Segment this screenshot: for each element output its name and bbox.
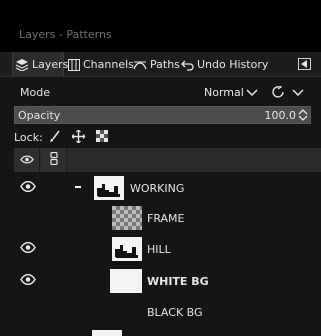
tab-undo-history[interactable]: Undo History — [181, 52, 268, 77]
layer-name[interactable]: BLACK BG — [147, 306, 203, 319]
title-bar: Layers - Patterns — [0, 0, 321, 52]
lock-alpha-checker-icon[interactable] — [96, 130, 108, 145]
opacity-slider[interactable]: Opacity 100.0 — [14, 106, 311, 124]
layers-list-header — [14, 148, 321, 172]
undo-icon — [181, 59, 194, 71]
opacity-value[interactable]: 100.0 — [265, 109, 297, 122]
layer-name[interactable]: WHITE BG — [147, 275, 209, 288]
chevron-down-icon[interactable] — [292, 87, 304, 100]
opacity-label: Opacity — [18, 109, 61, 122]
reset-mode-icon[interactable] — [272, 84, 286, 101]
channels-icon — [68, 58, 80, 71]
lock-row: Lock: — [0, 127, 321, 147]
mode-label: Mode — [20, 86, 50, 99]
lock-pixels-brush-icon[interactable] — [49, 130, 61, 146]
link-column-header[interactable] — [41, 148, 67, 172]
mode-row: Mode Normal — [0, 78, 321, 104]
tab-paths-label: Paths — [150, 58, 180, 71]
lock-label: Lock: — [14, 131, 43, 144]
triangle-left-icon — [301, 58, 308, 71]
lock-position-move-icon[interactable] — [71, 129, 86, 146]
next-layer-thumbnail-partial — [92, 330, 122, 336]
tab-undo-history-label: Undo History — [197, 58, 269, 71]
chevron-down-icon[interactable] — [246, 87, 258, 100]
opacity-spinner-icon[interactable] — [298, 108, 308, 122]
layer-row-working[interactable]: WORKING — [14, 173, 321, 203]
tab-channels[interactable]: Channels — [68, 52, 134, 77]
layer-row-frame[interactable]: FRAME — [14, 203, 321, 233]
layer-thumbnail — [112, 206, 142, 230]
window-title: Layers - Patterns — [19, 28, 112, 41]
visibility-column-header[interactable] — [14, 148, 40, 172]
tab-channels-label: Channels — [83, 58, 134, 71]
tab-paths[interactable]: Paths — [133, 52, 180, 77]
layer-name[interactable]: HILL — [147, 243, 171, 256]
dock-tabs: Layers Channels Paths Undo History — [0, 52, 321, 77]
tab-menu-button[interactable] — [298, 58, 311, 70]
collapse-group-icon[interactable] — [75, 186, 81, 188]
eye-icon[interactable] — [20, 241, 36, 256]
eye-icon[interactable] — [20, 273, 36, 288]
layers-icon — [15, 58, 29, 71]
chain-link-icon — [49, 151, 58, 168]
layer-row-black-bg[interactable]: BLACK BG — [14, 297, 321, 327]
layer-row-white-bg[interactable]: WHITE BG — [14, 266, 321, 296]
layer-name[interactable]: WORKING — [130, 182, 184, 195]
mode-select[interactable]: Normal — [204, 86, 244, 99]
layer-row-hill[interactable]: HILL — [14, 234, 321, 264]
paths-icon — [133, 59, 147, 71]
layer-thumbnail — [112, 237, 142, 261]
layer-thumbnail — [94, 176, 124, 200]
eye-icon[interactable] — [20, 180, 36, 195]
eye-icon — [19, 154, 34, 167]
tab-layers[interactable]: Layers — [12, 52, 68, 77]
tab-layers-label: Layers — [32, 58, 69, 71]
layer-thumbnail — [110, 269, 142, 293]
layer-name[interactable]: FRAME — [147, 212, 185, 225]
